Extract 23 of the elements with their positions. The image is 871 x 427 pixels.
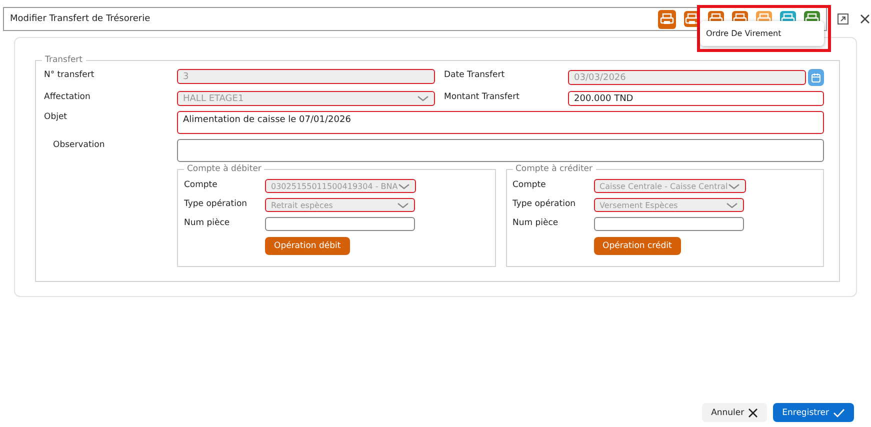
panel-title: Compte à créditer — [512, 164, 596, 174]
field-label: Num pièce — [512, 217, 560, 230]
field-label: Observation — [52, 139, 106, 152]
panel-title: Compte à débiter — [184, 164, 264, 174]
field-label: Montant Transfert — [443, 91, 520, 104]
field-label: Compte — [512, 179, 547, 192]
field-label: Type opération — [512, 198, 577, 211]
field-label: Compte — [184, 179, 218, 192]
field-label: Affectation — [44, 91, 92, 104]
field-label: Type opération — [184, 198, 248, 211]
text-area[interactable]: Alimentation de caisse le 07/01/2026 — [177, 111, 824, 134]
field-label: Objet — [44, 111, 68, 124]
cancel-button[interactable]: Annuler — [702, 403, 768, 422]
field-label: Num pièce — [184, 217, 231, 230]
operation-button[interactable]: Opération débit — [265, 237, 350, 255]
window-title: Modifier Transfert de Trésorerie — [10, 14, 152, 24]
field-label: N° transfert — [44, 69, 96, 82]
menu-item[interactable]: Ordre De Virement — [700, 29, 788, 38]
save-button[interactable]: Enregistrer — [773, 403, 854, 422]
operation-button[interactable]: Opération crédit — [594, 237, 681, 255]
field-label: Date Transfert — [443, 69, 506, 82]
text-field[interactable]: 200.000 TND — [568, 91, 824, 106]
section-title: Transfert — [42, 55, 86, 65]
